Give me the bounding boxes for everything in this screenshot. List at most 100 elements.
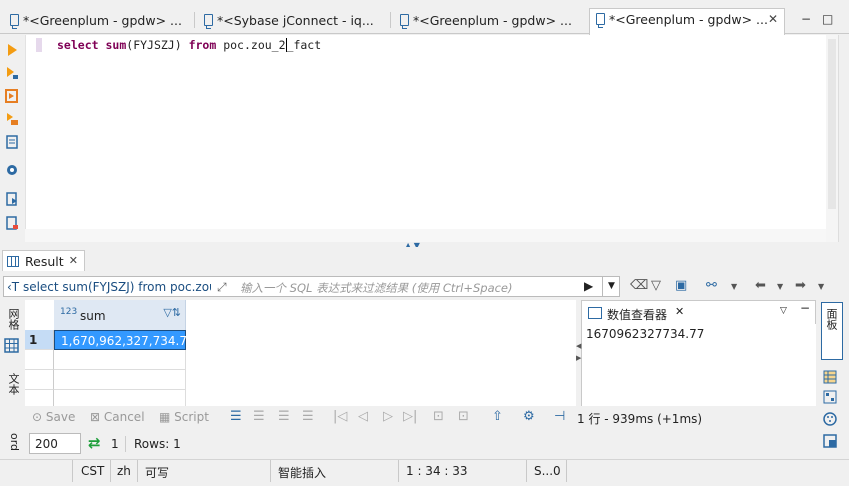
execute-statement-icon[interactable] [5,43,19,57]
grid-view-tab[interactable]: 网格 [3,308,21,330]
refresh-count: 1 [111,437,119,451]
divider [270,460,271,482]
refresh-icon[interactable]: ⇄ [88,434,101,452]
column-header-sum[interactable]: 123 sum ▽⇅ [54,300,186,330]
sql-editor-icon [204,14,213,29]
delete-row-icon[interactable]: ☰ [302,409,314,424]
forward-arrow-icon[interactable]: ➡ [795,278,806,293]
record-view-tab[interactable]: ord [3,433,21,451]
previous-page-icon[interactable]: ◁ [358,409,368,424]
add-row-icon[interactable]: ☰ [253,409,265,424]
row-count: Rows: 1 [134,437,181,451]
palette-icon[interactable] [823,412,837,426]
save-button[interactable]: ⊙ Save [32,410,75,424]
close-icon[interactable]: ✕ [768,12,778,26]
result-toolbar: ⊙ Save ⊠ Cancel ▦ Script ☰ ☰ ☰ ☰ |◁ ◁ ▷ … [25,406,820,430]
editor-tab-2[interactable]: *<Sybase jConnect - iq... [198,10,390,34]
editor-horizontal-scrollbar[interactable] [25,229,826,242]
editor-tab-3[interactable]: *<Greenplum - gpdw> ... [394,10,586,34]
cancel-button[interactable]: ⊠ Cancel [90,410,145,424]
expand-filter-icon[interactable]: ⤢ [217,280,227,295]
result-view-switcher: 网格 文本 ord [1,300,23,460]
copy-row-icon[interactable]: ☰ [278,409,290,424]
view-menu-icon[interactable]: ▽ [780,306,787,316]
sql-editor[interactable]: select sum(FYJSZJ) from poc.zou_2_fact [25,35,838,242]
next-page-icon[interactable]: ▷ [383,409,393,424]
layout-icon[interactable] [823,434,837,448]
eraser-icon[interactable]: ⌫ [630,278,648,293]
table-icon[interactable] [823,370,837,384]
editor-vertical-scrollbar[interactable] [826,35,838,242]
panels-strip: 面板 [819,300,844,460]
filter-settings-icon[interactable]: ▣ [675,278,687,293]
divider [137,460,138,482]
sql-keyword-from: from [188,38,217,52]
row-number[interactable]: 1 [25,330,54,350]
last-page-icon[interactable]: ▷| [403,409,417,424]
grid-layout-icon[interactable] [823,390,837,404]
result-panel-header: Result ✕ [0,247,849,271]
panels-toggle-tab[interactable]: 面板 [821,302,843,360]
selection-status: S...0 [534,464,561,478]
fetch-size-input[interactable]: 200 [29,433,81,454]
editor-tab-label: *<Greenplum - gpdw> ... [23,13,182,28]
grid-icon[interactable] [4,338,19,353]
empty-row-number [25,370,54,390]
chevron-down-icon[interactable]: ▼ [777,282,783,291]
editor-tab-bar: *<Greenplum - gpdw> ... *<Sybase jConnec… [0,0,849,35]
execute-script-icon[interactable] [5,66,19,80]
export-icon[interactable]: ⇧ [492,409,503,424]
writable-status: 可写 [145,466,170,480]
filter-input[interactable]: 输入一个 SQL 表达式来过滤结果 (使用 Ctrl+Space) [240,280,513,296]
back-arrow-icon[interactable]: ⬅ [755,278,766,293]
save-label: Save [45,410,76,424]
apply-filter-icon[interactable]: ▶ [584,279,593,293]
cancel-label: Cancel [103,410,145,424]
current-line-marker [36,38,42,52]
table-cell-selected[interactable]: 1,670,962,327,734.77 [54,330,195,350]
link-icon[interactable]: ⚯ [706,278,717,293]
save-script-icon[interactable] [5,216,19,230]
value-viewer-panel[interactable]: 1670962327734.77 ◀ ▶ [576,324,816,406]
minimize-panel-button[interactable]: − [800,301,810,315]
text-view-tab[interactable]: 文本 [3,373,21,395]
gear-icon[interactable]: ⚙ [523,409,535,424]
editor-tab-1[interactable]: *<Greenplum - gpdw> ... [4,10,194,34]
result-tab[interactable]: Result ✕ [2,250,85,271]
divider [110,460,111,482]
filter-history-dropdown[interactable]: ▼ [602,277,620,296]
edit-row-icon[interactable]: ☰ [230,409,242,424]
collapse-right-icon[interactable]: ▶ [576,354,581,362]
filter-icon[interactable]: ▽ [651,278,661,293]
load-plan-icon[interactable] [5,135,19,149]
fetch-next-icon[interactable]: ⊡ [433,409,444,424]
script-button[interactable]: ▦ Script [159,410,209,424]
minimize-button[interactable]: − [801,12,811,26]
editor-right-ruler [838,35,849,242]
grid-icon [7,256,19,267]
execute-new-tab-icon[interactable] [5,89,19,103]
close-icon[interactable]: ✕ [675,305,684,318]
explain-plan-icon[interactable] [5,112,19,126]
editor-tab-4-active[interactable]: *<Greenplum - gpdw> ... ✕ [589,8,785,35]
tab-separator [194,12,195,28]
query-preview[interactable]: ‹T select sum(FYJSZJ) from poc.zou [7,280,211,294]
chevron-down-icon[interactable]: ▼ [731,282,737,291]
value-viewer-content[interactable]: 1670962327734.77 [586,327,704,341]
scrollbar-thumb[interactable] [828,39,836,209]
export-icon[interactable] [5,192,19,206]
panel-toggle-icon[interactable]: ⊣ [554,409,565,424]
collapse-left-icon[interactable]: ◀ [576,342,581,350]
result-grid[interactable]: 123 sum ▽⇅ 1 1,670,962,327,734.77 [25,300,576,406]
close-icon[interactable]: ✕ [69,254,78,267]
first-page-icon[interactable]: |◁ [333,409,347,424]
fetch-bar: 200 ⇄ 1 Rows: 1 [25,433,820,457]
sort-filter-icon[interactable]: ▽⇅ [163,306,181,319]
gear-icon[interactable] [5,163,19,177]
status-bar: CST zh 可写 智能插入 1 : 34 : 33 S...0 [0,459,849,486]
fetch-all-icon[interactable]: ⊡ [458,409,469,424]
chevron-down-icon[interactable]: ▼ [818,282,824,291]
sql-code-line[interactable]: select sum(FYJSZJ) from poc.zou_2_fact [57,38,322,52]
maximize-button[interactable]: □ [822,12,833,26]
value-viewer-title[interactable]: 数值查看器 [607,306,667,323]
